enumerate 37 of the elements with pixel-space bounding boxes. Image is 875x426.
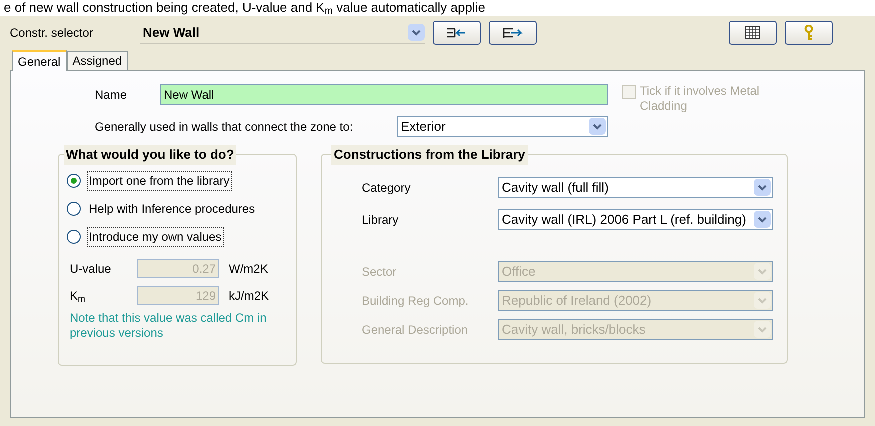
name-input[interactable]: New Wall — [160, 84, 608, 105]
export-arrow-icon — [501, 26, 525, 40]
value-label: Κ$_{m}$ — [70, 288, 87, 304]
export-button[interactable] — [489, 21, 537, 45]
tab[interactable]: Assigned — [66, 51, 128, 70]
metal-cladding-label: Tick if it involves Metal Cladding — [640, 84, 761, 114]
import-button[interactable] — [433, 21, 481, 45]
field-label: Building Reg Comp. — [362, 292, 470, 310]
tab[interactable]: General — [12, 50, 67, 71]
note-text: Note that this value was called Cm in previous versions — [70, 311, 268, 341]
radio-label[interactable]: Introduce my own values — [87, 227, 224, 247]
radio-label[interactable]: Import one from the library — [87, 171, 232, 191]
field-label: Library — [362, 212, 400, 228]
radio-label[interactable]: Help with Inference procedures — [87, 199, 258, 219]
radio-button[interactable] — [67, 202, 81, 216]
group-title: Constructions from the Library — [331, 145, 528, 164]
field-label: Category — [362, 180, 412, 196]
library-dropdown[interactable]: Cavity wall (full fill) — [498, 177, 773, 198]
group-title: What would you like to do? — [64, 145, 236, 164]
field-label: Sector — [362, 264, 398, 280]
unit-label: W/m2K — [229, 260, 268, 278]
library-dropdown[interactable]: Cavity wall (IRL) 2006 Part L (ref. building) — [498, 209, 773, 230]
zone-connection-label: Generally used in walls that connect the zone to: — [95, 118, 354, 136]
unit-label: kJ/m2K — [229, 288, 270, 304]
selector-label: Constr. selector — [10, 25, 94, 42]
field-label: General Description — [362, 322, 470, 338]
help-button[interactable] — [785, 21, 833, 45]
constr-selector[interactable]: New Wall — [140, 22, 425, 44]
table-button[interactable] — [729, 21, 777, 45]
radio-button[interactable] — [67, 174, 81, 188]
radio-button[interactable] — [67, 230, 81, 244]
caption-text: e of new wall construction being created, U-value and K$_{m}$ value automatically applie — [0, 0, 875, 16]
key-icon — [803, 25, 815, 41]
zone-dropdown[interactable]: Exterior — [397, 116, 608, 137]
value-label: U-value — [70, 260, 112, 278]
grid-icon — [745, 26, 761, 40]
name-label: Name — [95, 86, 128, 104]
